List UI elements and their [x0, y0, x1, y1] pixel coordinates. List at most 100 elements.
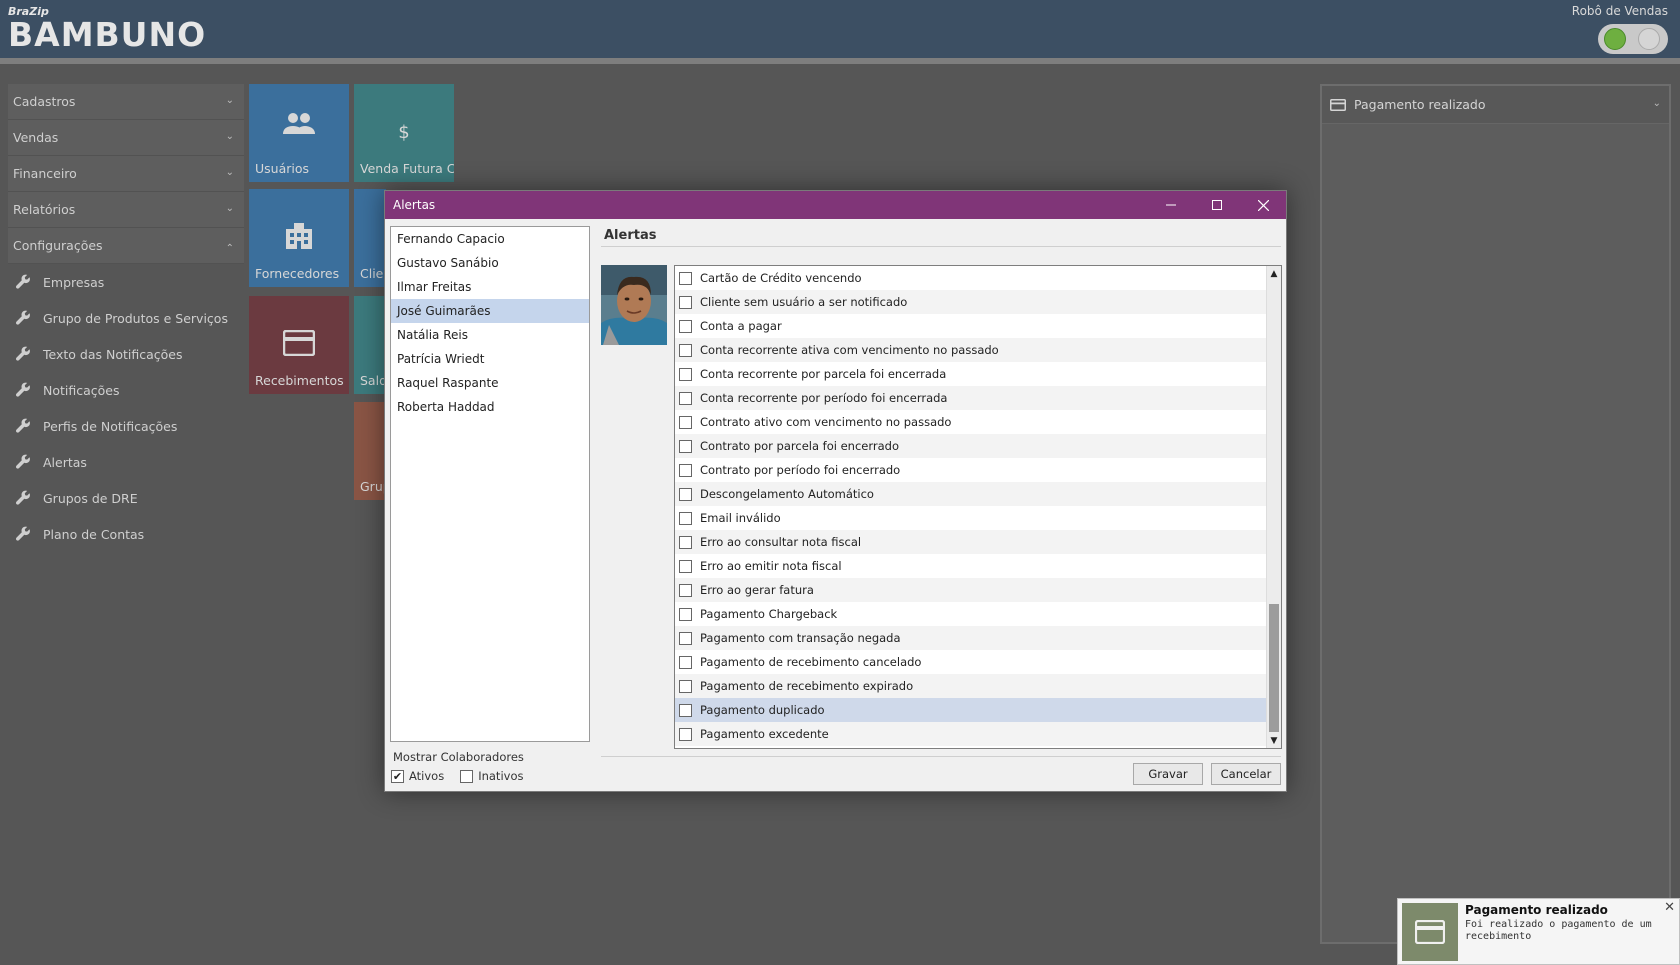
alert-checkbox[interactable] — [679, 679, 692, 693]
scroll-up-arrow-icon[interactable]: ▲ — [1267, 266, 1281, 281]
user-list-item[interactable]: Raquel Raspante — [391, 371, 589, 395]
alert-row[interactable]: Cliente sem usuário a ser notificado — [675, 290, 1268, 314]
user-list-item[interactable]: José Guimarães — [391, 299, 589, 323]
alert-row[interactable]: Pagamento duplicado — [675, 698, 1268, 722]
maximize-button[interactable] — [1194, 191, 1240, 219]
alerts-list[interactable]: Cartão de Crédito vencendo Cliente sem us… — [674, 265, 1282, 749]
alert-row[interactable]: Conta recorrente por parcela foi encerra… — [675, 362, 1268, 386]
alert-checkbox[interactable] — [679, 295, 692, 309]
sidebar-section-financeiro[interactable]: Financeiro ⌄ — [8, 156, 244, 192]
alert-row[interactable]: Contrato por período foi encerrado — [675, 458, 1268, 482]
brand-name: Bambuno — [8, 15, 207, 54]
user-list-item[interactable]: Natália Reis — [391, 323, 589, 347]
alert-row[interactable]: Conta recorrente ativa com vencimento no… — [675, 338, 1268, 362]
alert-label: Conta recorrente por parcela foi encerra… — [700, 367, 947, 381]
tile-recebimentos[interactable]: Recebimentos — [249, 296, 349, 394]
sidebar-item-plano-contas[interactable]: Plano de Contas — [8, 516, 244, 552]
alert-row[interactable]: Cartão de Crédito vencendo — [675, 266, 1268, 290]
alerts-scrollbar[interactable]: ▲ ▼ — [1266, 266, 1281, 748]
tile-usuarios[interactable]: Usuários — [249, 84, 349, 182]
dialog-titlebar[interactable]: Alertas — [385, 191, 1286, 219]
scrollbar-thumb[interactable] — [1269, 604, 1279, 732]
toast-title: Pagamento realizado — [1465, 903, 1608, 917]
close-button[interactable] — [1240, 191, 1286, 219]
minimize-button[interactable] — [1148, 191, 1194, 219]
alert-checkbox[interactable] — [679, 319, 692, 333]
sidebar-item-empresas[interactable]: Empresas — [8, 264, 244, 300]
tile-label: Grup — [360, 479, 386, 494]
alert-row[interactable]: Pagamento de recebimento expirado — [675, 674, 1268, 698]
user-list[interactable]: Fernando Capacio Gustavo Sanábio Ilmar Fre… — [390, 226, 590, 742]
tile-grupo[interactable]: Grup — [354, 402, 386, 500]
alert-checkbox[interactable] — [679, 391, 692, 405]
sidebar-item-alertas[interactable]: Alertas — [8, 444, 244, 480]
sidebar-item-notificacoes[interactable]: Notificações — [8, 372, 244, 408]
wrench-icon — [15, 310, 30, 325]
alert-row[interactable]: Erro ao gerar fatura — [675, 578, 1268, 602]
alert-label: Conta a pagar — [700, 319, 782, 333]
alert-checkbox[interactable] — [679, 703, 692, 717]
user-list-item[interactable]: Ilmar Freitas — [391, 275, 589, 299]
alert-checkbox[interactable] — [679, 511, 692, 525]
scroll-down-arrow-icon[interactable]: ▼ — [1267, 733, 1281, 748]
alert-row[interactable]: Contrato ativo com vencimento no passado — [675, 410, 1268, 434]
alert-row[interactable]: Pagamento de recebimento cancelado — [675, 650, 1268, 674]
user-list-item[interactable]: Roberta Haddad — [391, 395, 589, 419]
toast-notification[interactable]: Pagamento realizado Foi realizado o paga… — [1397, 898, 1680, 965]
alert-checkbox[interactable] — [679, 631, 692, 645]
alert-checkbox[interactable] — [679, 487, 692, 501]
active-checkbox[interactable]: ✔ — [391, 769, 404, 783]
alert-row[interactable]: Contrato por parcela foi encerrado — [675, 434, 1268, 458]
alert-checkbox[interactable] — [679, 583, 692, 597]
sidebar-item-grupos-dre[interactable]: Grupos de DRE — [8, 480, 244, 516]
alert-checkbox[interactable] — [679, 271, 692, 285]
sidebar-item-grupo-produtos[interactable]: Grupo de Produtos e Serviços — [8, 300, 244, 336]
sidebar-section-vendas[interactable]: Vendas ⌄ — [8, 120, 244, 156]
wrench-icon — [15, 526, 30, 541]
alert-row[interactable]: Erro ao consultar nota fiscal — [675, 530, 1268, 554]
tile-label: Clie — [360, 266, 384, 281]
alert-checkbox[interactable] — [679, 535, 692, 549]
alert-checkbox[interactable] — [679, 343, 692, 357]
user-list-item[interactable]: Gustavo Sanábio — [391, 251, 589, 275]
alertas-heading: Alertas — [604, 228, 657, 243]
sidebar-section-cadastros[interactable]: Cadastros ⌄ — [8, 84, 244, 120]
alert-label: Conta recorrente ativa com vencimento no… — [700, 343, 999, 357]
alert-row[interactable]: Pagamento Chargeback — [675, 602, 1268, 626]
alert-label: Pagamento Chargeback — [700, 607, 838, 621]
alert-row[interactable]: Pagamento com transação negada — [675, 626, 1268, 650]
sidebar-item-texto-notificacoes[interactable]: Texto das Notificações — [8, 336, 244, 372]
sidebar-section-configuracoes[interactable]: Configurações ⌃ — [8, 228, 244, 264]
alert-row[interactable]: Pagamento excedente — [675, 722, 1268, 746]
save-button[interactable]: Gravar — [1133, 763, 1203, 785]
close-icon[interactable]: ✕ — [1664, 900, 1675, 915]
alert-row[interactable]: Email inválido — [675, 506, 1268, 530]
inactive-checkbox[interactable] — [460, 769, 474, 783]
alert-row[interactable]: Descongelamento Automático — [675, 482, 1268, 506]
user-list-item[interactable]: Patrícia Wriedt — [391, 347, 589, 371]
alert-row[interactable]: Erro ao emitir nota fiscal — [675, 554, 1268, 578]
sidebar-item-perfis-notificacoes[interactable]: Perfis de Notificações — [8, 408, 244, 444]
user-list-item[interactable]: Fernando Capacio — [391, 227, 589, 251]
robot-toggle[interactable] — [1598, 24, 1668, 54]
tile-fornecedores[interactable]: Fornecedores — [249, 189, 349, 287]
sidebar-section-relatorios[interactable]: Relatórios ⌄ — [8, 192, 244, 228]
collaborator-filter: ✔ Ativos Inativos — [391, 769, 523, 783]
tile-clientes[interactable]: Clie — [354, 189, 386, 287]
cancel-button[interactable]: Cancelar — [1211, 763, 1281, 785]
sidebar-section-label: Cadastros — [13, 94, 76, 109]
alert-checkbox[interactable] — [679, 463, 692, 477]
alert-checkbox[interactable] — [679, 559, 692, 573]
alert-checkbox[interactable] — [679, 727, 692, 741]
tile-venda-futura[interactable]: $ Venda Futura C... — [354, 84, 454, 182]
alert-checkbox[interactable] — [679, 655, 692, 669]
alert-checkbox[interactable] — [679, 607, 692, 621]
alert-checkbox[interactable] — [679, 367, 692, 381]
alert-checkbox[interactable] — [679, 415, 692, 429]
tile-label: Fornecedores — [255, 266, 340, 281]
alert-checkbox[interactable] — [679, 439, 692, 453]
tile-saldo[interactable]: Sald — [354, 296, 386, 394]
alert-row[interactable]: Conta recorrente por período foi encerra… — [675, 386, 1268, 410]
notifications-panel-header[interactable]: Pagamento realizado ⌄ — [1322, 86, 1669, 124]
alert-row[interactable]: Conta a pagar — [675, 314, 1268, 338]
